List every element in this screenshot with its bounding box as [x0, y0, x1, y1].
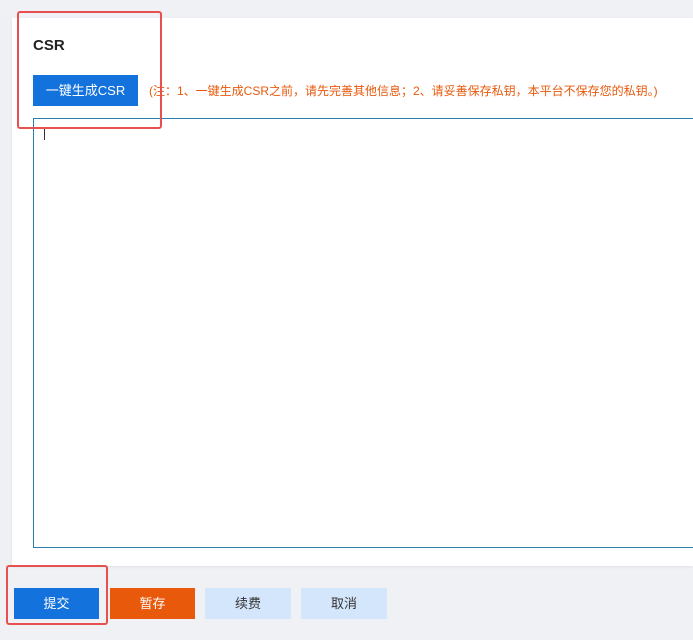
renew-button[interactable]: 续费: [205, 588, 291, 619]
top-strip: [0, 0, 693, 18]
left-rail: [0, 18, 12, 566]
submit-button[interactable]: 提交: [14, 588, 99, 619]
text-caret: [44, 128, 45, 140]
csr-note: (注：1、一键生成CSR之前，请先完善其他信息；2、请妥善保存私钥，本平台不保存…: [149, 84, 658, 98]
cancel-button[interactable]: 取消: [301, 588, 387, 619]
section-title: CSR: [33, 37, 65, 54]
csr-card: CSR 一键生成CSR (注：1、一键生成CSR之前，请先完善其他信息；2、请妥…: [12, 18, 693, 566]
csr-textarea[interactable]: [33, 118, 693, 548]
generate-csr-button[interactable]: 一键生成CSR: [33, 75, 138, 106]
save-draft-button[interactable]: 暂存: [110, 588, 195, 619]
